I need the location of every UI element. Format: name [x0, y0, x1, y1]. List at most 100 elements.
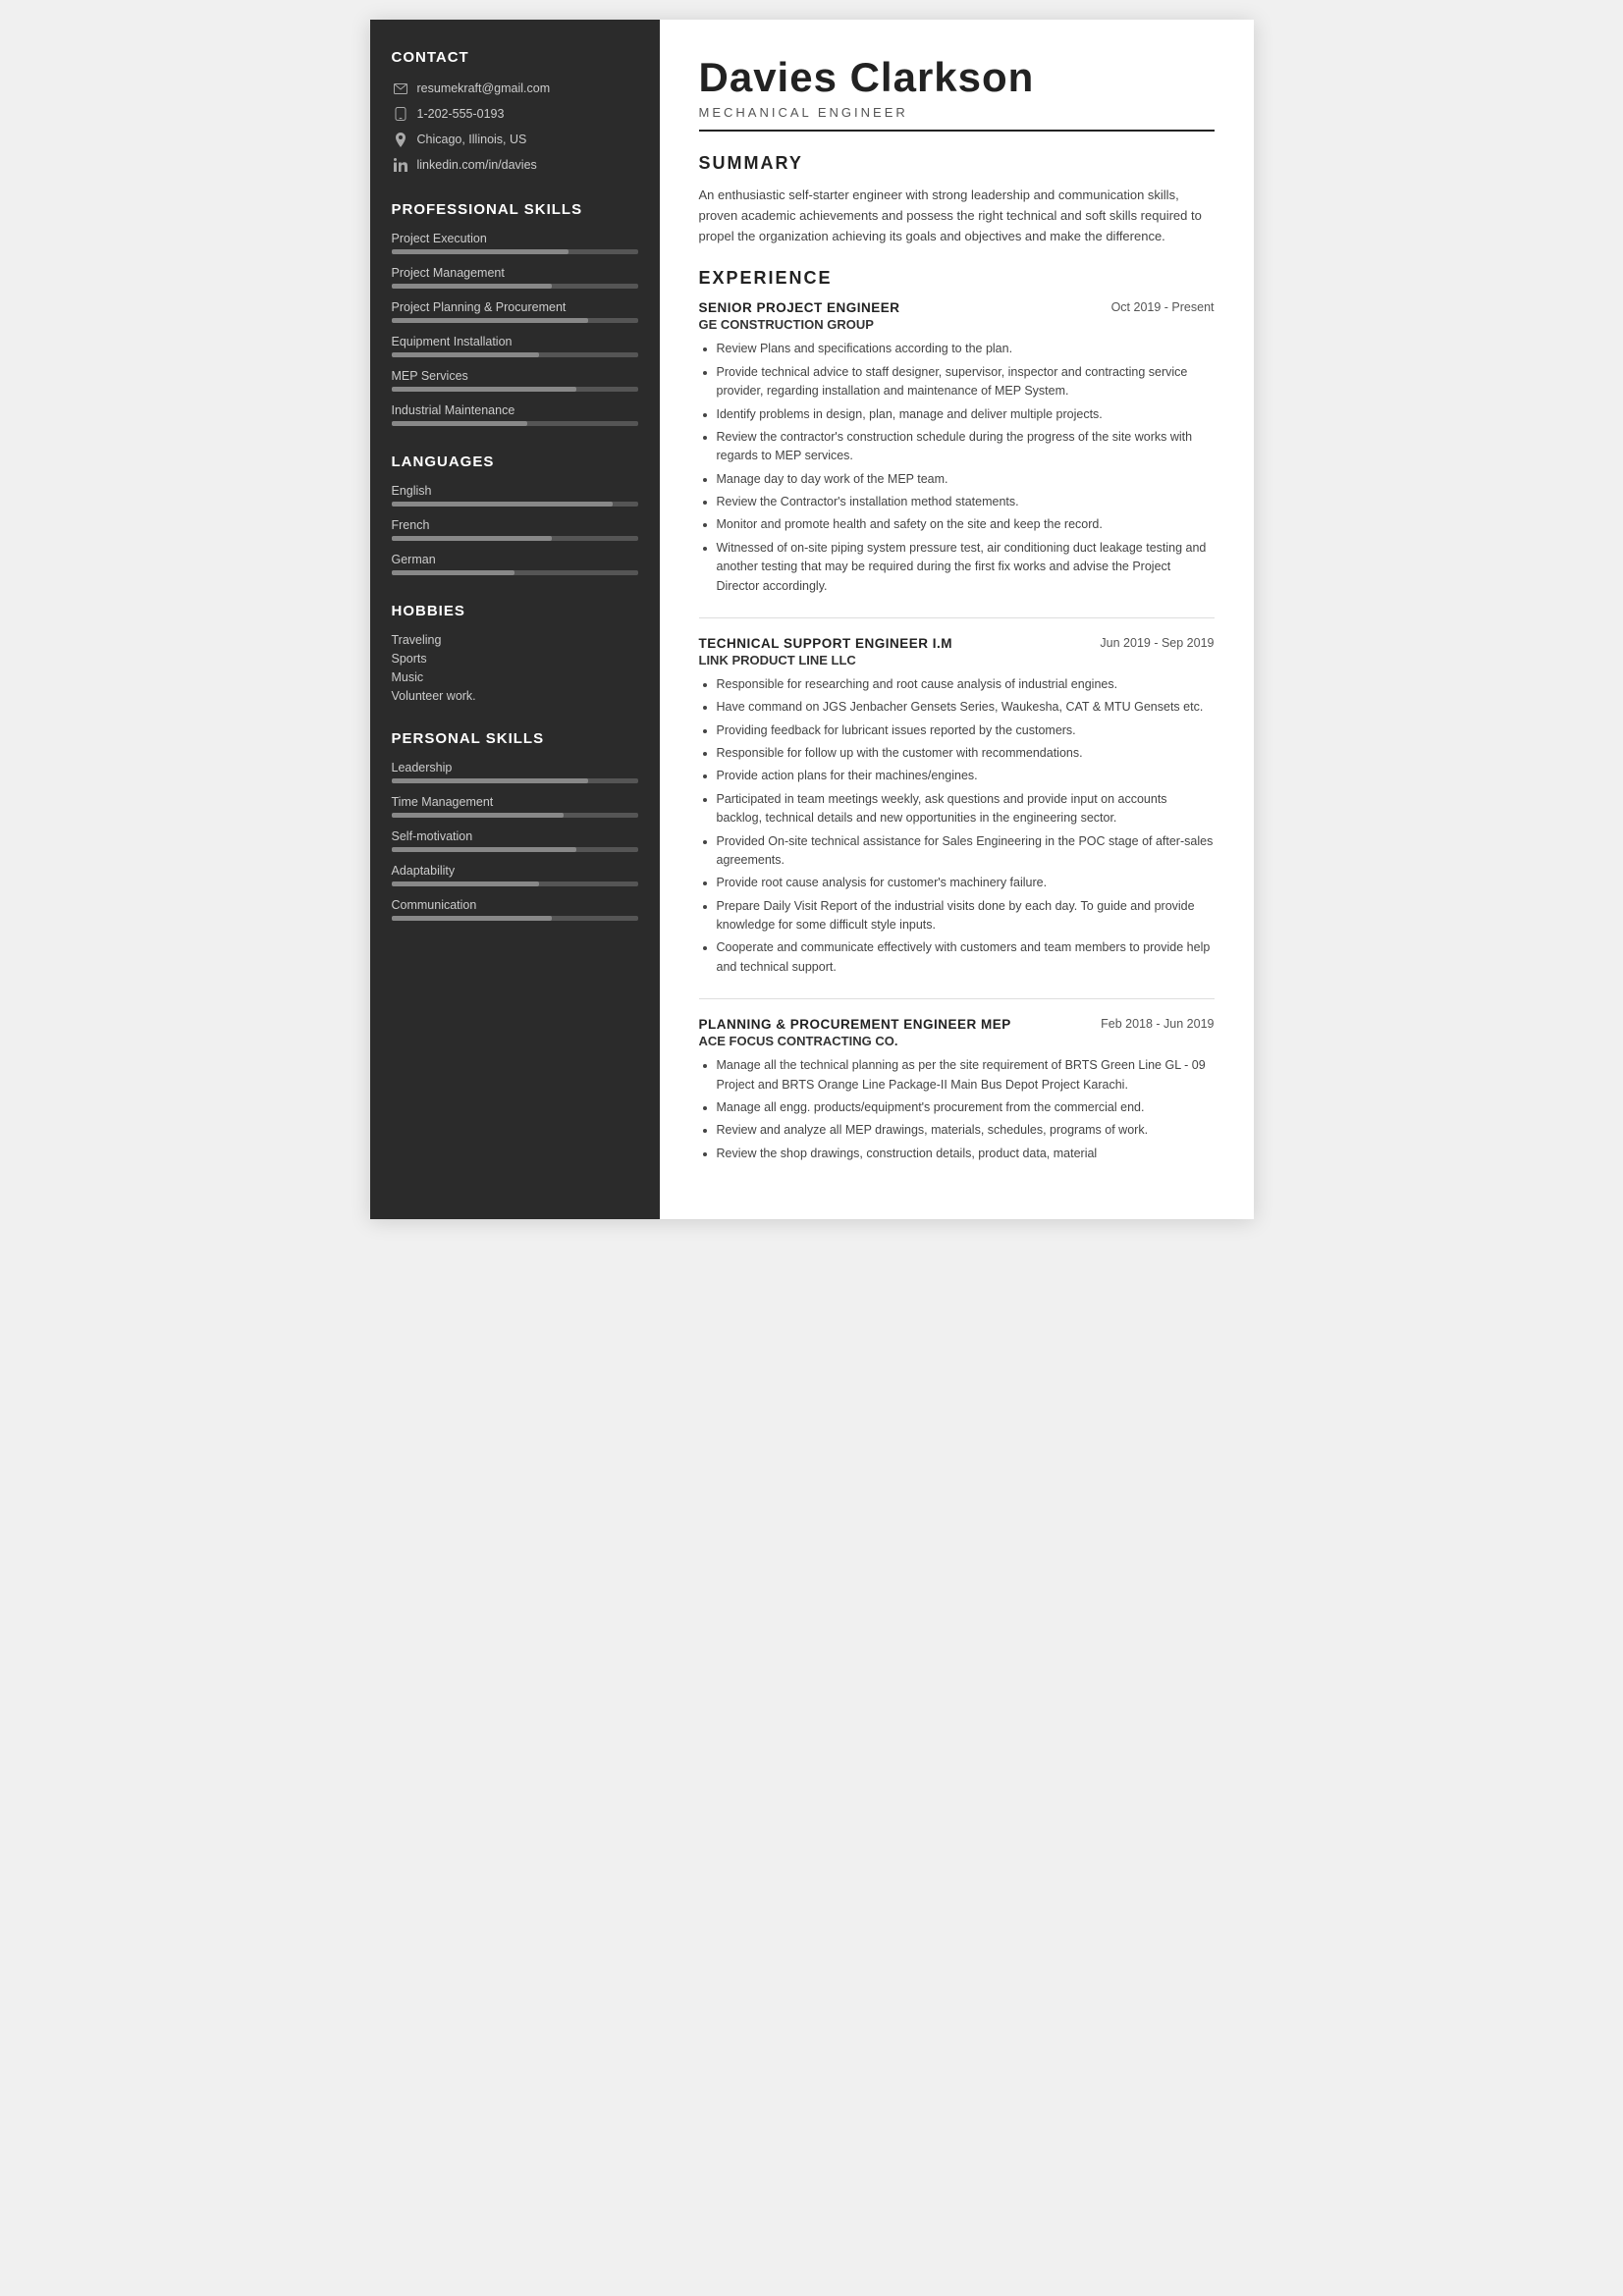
resume-container: CONTACT resumekraft@gmail.com [370, 20, 1254, 1219]
summary-text: An enthusiastic self-starter engineer wi… [699, 186, 1215, 246]
skill-bar-bg [392, 352, 638, 357]
bullet-item: Provided On-site technical assistance fo… [717, 832, 1215, 871]
hobbies-section: HOBBIES TravelingSportsMusicVolunteer wo… [392, 603, 638, 703]
bullet-item: Review the contractor's construction sch… [717, 428, 1215, 466]
job-date: Oct 2019 - Present [1111, 300, 1215, 314]
skill-name: Project Execution [392, 232, 638, 245]
bullet-item: Monitor and promote health and safety on… [717, 515, 1215, 534]
title-divider [699, 130, 1215, 132]
bullet-item: Provide root cause analysis for customer… [717, 874, 1215, 892]
language-name: German [392, 553, 638, 566]
skill-item: MEP Services [392, 369, 638, 392]
language-name: English [392, 484, 638, 498]
summary-section-title: SUMMARY [699, 153, 1215, 174]
personal-skills-section: PERSONAL SKILLS Leadership Time Manageme… [392, 730, 638, 921]
language-item: French [392, 518, 638, 541]
skill-bar-fill [392, 387, 576, 392]
language-bar-bg [392, 570, 638, 575]
skill-name: MEP Services [392, 369, 638, 383]
job-company: ACE FOCUS CONTRACTING CO. [699, 1034, 1215, 1048]
personal-skill-bar-bg [392, 778, 638, 783]
professional-skills-section: PROFESSIONAL SKILLS Project Execution Pr… [392, 201, 638, 426]
bullet-item: Participated in team meetings weekly, as… [717, 790, 1215, 828]
job-title: SENIOR PROJECT ENGINEER [699, 300, 900, 315]
skill-name: Equipment Installation [392, 335, 638, 348]
job-bullets: Responsible for researching and root cau… [699, 675, 1215, 977]
exp-header: PLANNING & PROCUREMENT ENGINEER MEP Feb … [699, 1017, 1215, 1032]
linkedin-text: linkedin.com/in/davies [417, 158, 537, 172]
bullet-item: Review the shop drawings, construction d… [717, 1145, 1215, 1163]
bullet-item: Review and analyze all MEP drawings, mat… [717, 1121, 1215, 1140]
personal-skill-bar-bg [392, 847, 638, 852]
skill-item: Project Execution [392, 232, 638, 254]
language-bar-fill [392, 502, 614, 507]
personal-skill-bar-bg [392, 813, 638, 818]
contact-phone: 1-202-555-0193 [392, 105, 638, 123]
language-bar-fill [392, 570, 515, 575]
location-text: Chicago, Illinois, US [417, 133, 527, 146]
skill-bar-bg [392, 284, 638, 289]
bullet-item: Provide action plans for their machines/… [717, 767, 1215, 785]
job-title: PLANNING & PROCUREMENT ENGINEER MEP [699, 1017, 1011, 1032]
personal-skill-bar-bg [392, 916, 638, 921]
job-company: GE CONSTRUCTION GROUP [699, 317, 1215, 332]
contact-location: Chicago, Illinois, US [392, 131, 638, 148]
personal-skill-name: Communication [392, 898, 638, 912]
skill-bar-bg [392, 318, 638, 323]
language-name: French [392, 518, 638, 532]
personal-skill-item: Leadership [392, 761, 638, 783]
applicant-name: Davies Clarkson [699, 54, 1215, 101]
skill-bar-fill [392, 249, 569, 254]
personal-skill-bar-fill [392, 847, 576, 852]
hobby-item: Traveling [392, 633, 638, 647]
bullet-item: Responsible for researching and root cau… [717, 675, 1215, 694]
bullet-item: Prepare Daily Visit Report of the indust… [717, 897, 1215, 935]
exp-header: SENIOR PROJECT ENGINEER Oct 2019 - Prese… [699, 300, 1215, 315]
personal-skill-item: Adaptability [392, 864, 638, 886]
skill-bar-bg [392, 421, 638, 426]
sidebar: CONTACT resumekraft@gmail.com [370, 20, 660, 1219]
contact-linkedin: linkedin.com/in/davies [392, 156, 638, 174]
phone-icon [392, 105, 409, 123]
main-content: Davies Clarkson MECHANICAL ENGINEER SUMM… [660, 20, 1254, 1219]
bullet-item: Provide technical advice to staff design… [717, 363, 1215, 401]
bullet-item: Manage day to day work of the MEP team. [717, 470, 1215, 489]
hobby-item: Music [392, 670, 638, 684]
phone-text: 1-202-555-0193 [417, 107, 505, 121]
hobby-item: Volunteer work. [392, 689, 638, 703]
personal-skill-name: Time Management [392, 795, 638, 809]
skill-name: Project Management [392, 266, 638, 280]
contact-title: CONTACT [392, 49, 638, 66]
job-title: TECHNICAL SUPPORT ENGINEER I.M [699, 636, 953, 651]
bullet-item: Review Plans and specifications accordin… [717, 340, 1215, 358]
personal-skill-bar-fill [392, 916, 552, 921]
language-bar-fill [392, 536, 552, 541]
job-date: Feb 2018 - Jun 2019 [1101, 1017, 1214, 1031]
job-bullets: Manage all the technical planning as per… [699, 1056, 1215, 1163]
contact-email: resumekraft@gmail.com [392, 80, 638, 97]
languages-list: English French German [392, 484, 638, 575]
language-bar-bg [392, 536, 638, 541]
hobby-item: Sports [392, 652, 638, 666]
skill-item: Project Planning & Procurement [392, 300, 638, 323]
bullet-item: Responsible for follow up with the custo… [717, 744, 1215, 763]
job-bullets: Review Plans and specifications accordin… [699, 340, 1215, 596]
bullet-item: Providing feedback for lubricant issues … [717, 721, 1215, 740]
job-company: LINK PRODUCT LINE LLC [699, 653, 1215, 667]
bullet-item: Identify problems in design, plan, manag… [717, 405, 1215, 424]
linkedin-icon [392, 156, 409, 174]
skill-bar-fill [392, 284, 552, 289]
hobbies-list: Traveling Sports Music Volunteer work. [392, 633, 638, 703]
experience-section-title: EXPERIENCE [699, 268, 1215, 289]
personal-skill-bar-fill [392, 813, 565, 818]
exp-header: TECHNICAL SUPPORT ENGINEER I.M Jun 2019 … [699, 636, 1215, 651]
personal-skill-name: Self-motivation [392, 829, 638, 843]
personal-skill-name: Leadership [392, 761, 638, 774]
personal-skill-item: Communication [392, 898, 638, 921]
job-date: Jun 2019 - Sep 2019 [1100, 636, 1214, 650]
job-divider [699, 998, 1215, 999]
professional-skills-title: PROFESSIONAL SKILLS [392, 201, 638, 218]
contact-section: CONTACT resumekraft@gmail.com [392, 49, 638, 174]
job-entry: SENIOR PROJECT ENGINEER Oct 2019 - Prese… [699, 300, 1215, 596]
skill-bar-fill [392, 352, 540, 357]
